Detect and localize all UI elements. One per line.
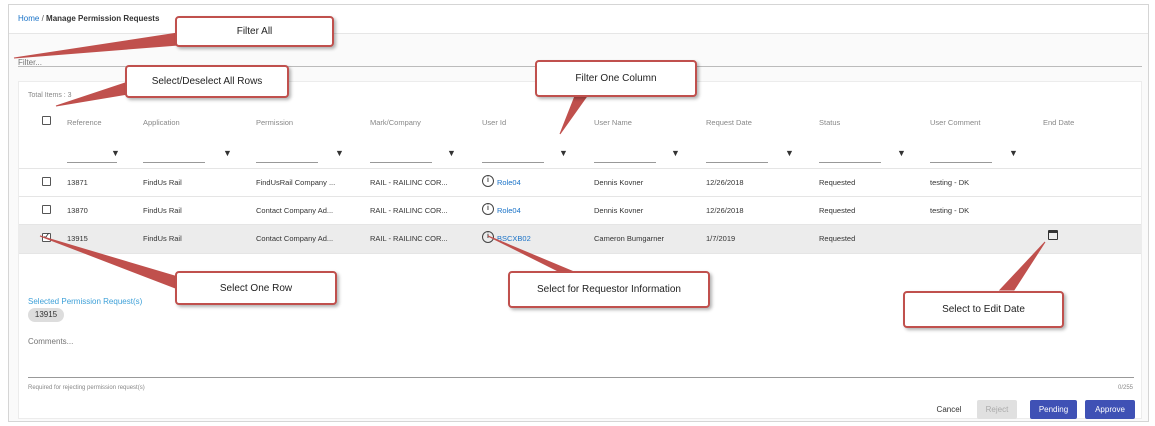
callout-select-all: Select/Deselect All Rows [125,65,289,98]
pointer-filter-column [559,95,588,135]
callout-requestor-info: Select for Requestor Information [508,271,710,308]
pointer-select-row [39,235,179,290]
pointer-requestor-info [487,235,575,273]
callout-filter-all: Filter All [175,16,334,47]
pointer-select-all [55,81,129,107]
pointer-edit-date [998,241,1046,291]
callout-select-row: Select One Row [175,271,337,305]
callout-filter-column: Filter One Column [535,60,697,97]
pointer-filter-all [13,32,179,59]
callout-edit-date: Select to Edit Date [903,291,1064,328]
